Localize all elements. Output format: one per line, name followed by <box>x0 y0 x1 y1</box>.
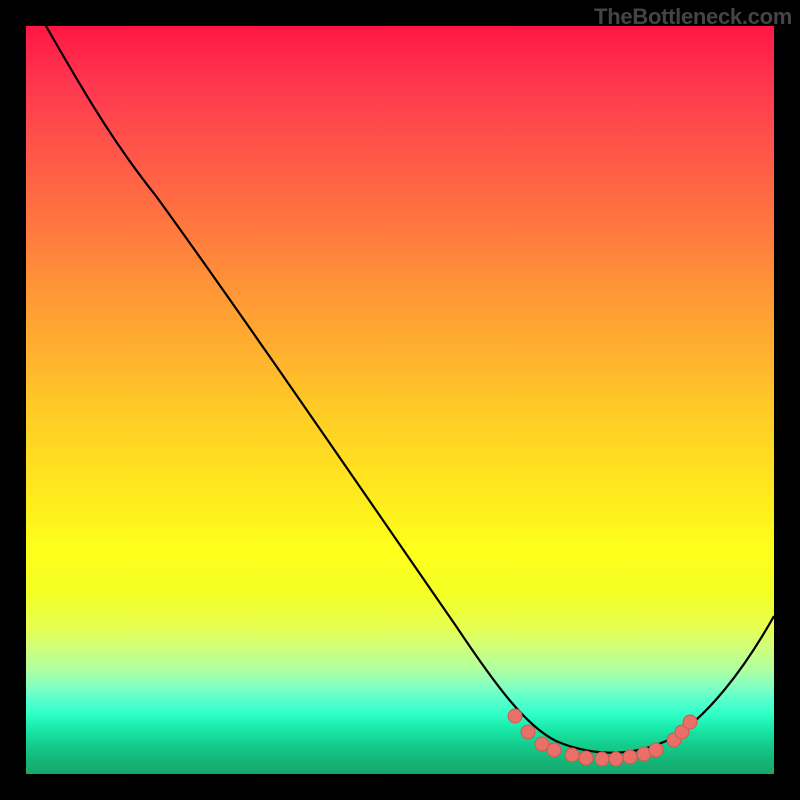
data-point-marker <box>637 747 651 761</box>
data-point-marker <box>609 752 623 766</box>
data-point-marker <box>535 737 549 751</box>
chart-plot-area <box>26 26 774 774</box>
data-point-marker <box>521 725 535 739</box>
data-point-marker <box>565 748 579 762</box>
data-point-marker <box>508 709 522 723</box>
data-point-marker <box>667 733 681 747</box>
data-point-marker <box>595 752 609 766</box>
data-point-marker <box>649 743 663 757</box>
data-point-marker <box>579 751 593 765</box>
chart-overlay <box>26 26 774 774</box>
data-point-marker <box>683 715 697 729</box>
data-point-marker <box>547 743 561 757</box>
data-point-marker <box>623 750 637 764</box>
bottleneck-curve <box>46 26 774 753</box>
data-point-marker <box>675 725 689 739</box>
watermark-text: TheBottleneck.com <box>594 4 792 30</box>
marker-group <box>508 709 697 766</box>
